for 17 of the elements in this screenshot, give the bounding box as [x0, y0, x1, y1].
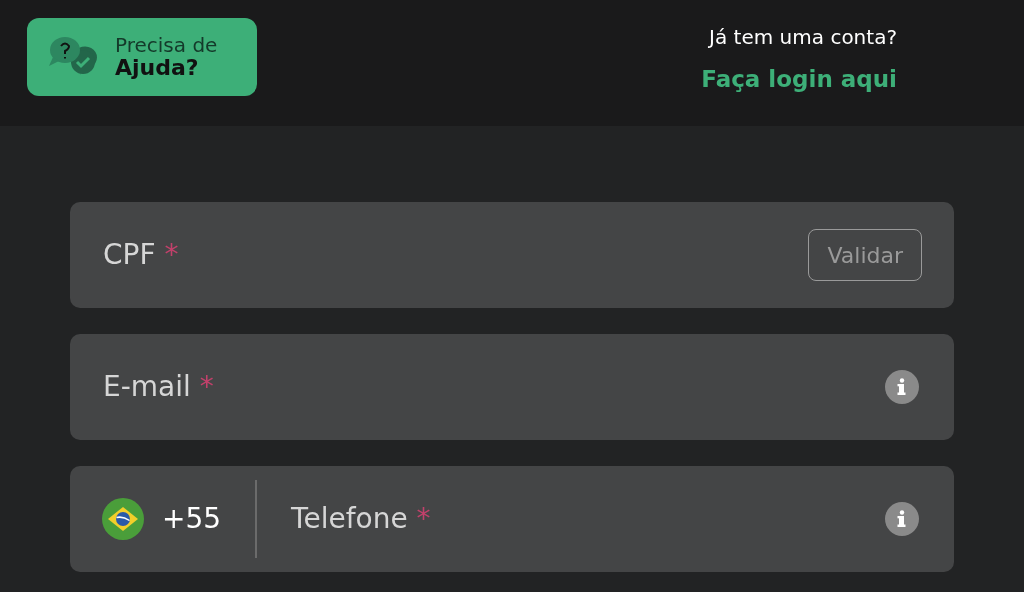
- country-selector[interactable]: +55: [102, 466, 256, 572]
- info-icon[interactable]: [885, 502, 919, 536]
- field-label: CPF *: [103, 237, 179, 273]
- help-text: Precisa de: [115, 33, 218, 56]
- help-text: Ajuda?: [115, 55, 200, 81]
- field-label: E-mail *: [103, 369, 214, 405]
- validate-button[interactable]: Validar: [808, 229, 922, 281]
- phone-input-field[interactable]: Telefone *: [257, 466, 919, 572]
- login-link[interactable]: Faça login aqui: [701, 62, 897, 97]
- login-question: Já tem uma conta?: [709, 24, 897, 51]
- email-input-field[interactable]: E-mail *: [70, 334, 954, 440]
- flag-icon: [102, 498, 144, 540]
- cpf-input-field[interactable]: CPF * Validar: [70, 202, 954, 308]
- info-icon[interactable]: [885, 370, 919, 404]
- country-code: +55: [162, 501, 222, 537]
- help-button[interactable]: Precisa de Ajuda?: [27, 18, 257, 96]
- field-label: Telefone *: [291, 501, 431, 537]
